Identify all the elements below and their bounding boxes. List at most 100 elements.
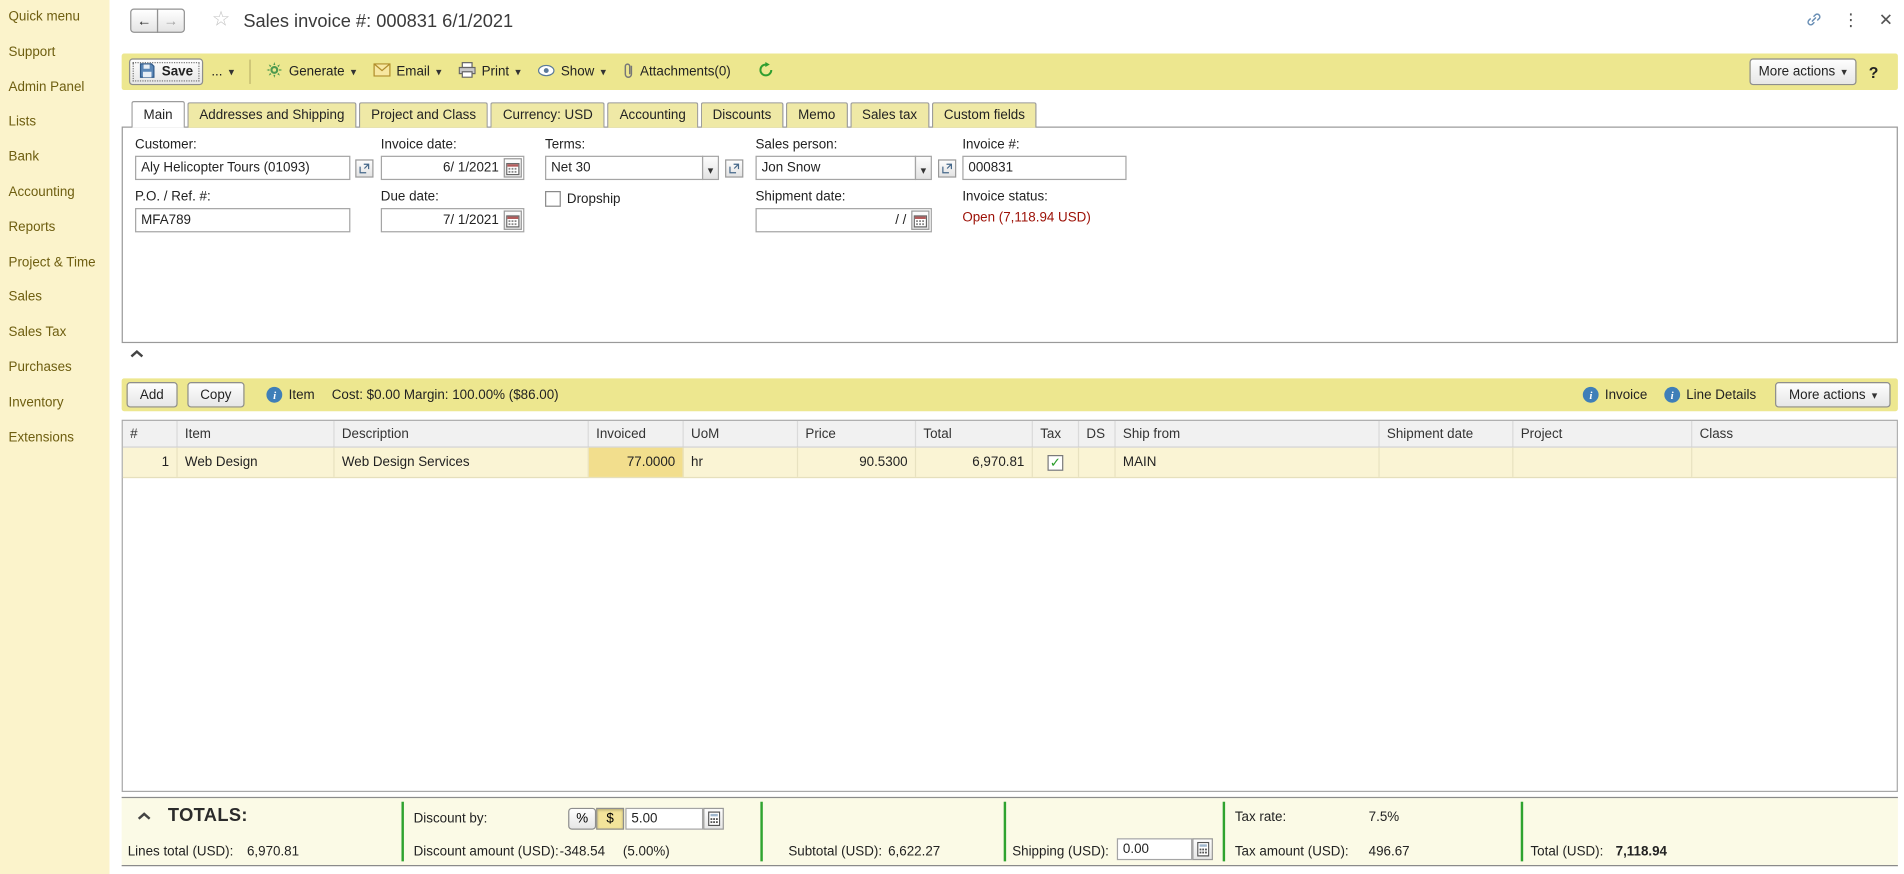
column-header-description[interactable]: Description: [335, 420, 589, 447]
more-actions-button[interactable]: More actions: [1748, 58, 1857, 86]
item-info-group[interactable]: Item: [266, 386, 315, 403]
discount-dollar-button[interactable]: $: [596, 807, 625, 830]
column-header-price[interactable]: Price: [798, 420, 917, 447]
invoice-number-input[interactable]: [962, 155, 1127, 181]
tab-project-and-class[interactable]: Project and Class: [359, 102, 489, 128]
sidebar-item-lists[interactable]: Lists: [0, 115, 109, 150]
show-button[interactable]: Show: [529, 58, 614, 85]
column-header-number[interactable]: #: [123, 420, 178, 447]
sidebar-item-sales[interactable]: Sales: [0, 290, 109, 325]
tab-custom-fields[interactable]: Custom fields: [931, 102, 1038, 128]
sidebar-item-admin-panel[interactable]: Admin Panel: [0, 80, 109, 115]
collapse-header-button[interactable]: [129, 348, 145, 363]
customer-lookup-button[interactable]: [355, 159, 374, 178]
column-header-shipment-date[interactable]: Shipment date: [1380, 420, 1514, 447]
generate-button[interactable]: Generate: [258, 58, 364, 85]
attachments-button[interactable]: Attachments(0): [614, 58, 739, 85]
ship-from-cell[interactable]: MAIN: [1116, 447, 1380, 477]
column-header-project[interactable]: Project: [1513, 420, 1693, 447]
table-row[interactable]: 1 Web Design Web Design Services 77.0000…: [122, 447, 1897, 479]
totals-divider: [401, 801, 404, 862]
discount-calculator-button[interactable]: [703, 807, 724, 830]
tab-addresses-and-shipping[interactable]: Addresses and Shipping: [187, 102, 357, 128]
invoice-date-calendar-button[interactable]: [503, 158, 522, 178]
refresh-icon: [758, 62, 774, 81]
help-button[interactable]: ?: [1857, 58, 1891, 85]
sidebar-item-accounting[interactable]: Accounting: [0, 185, 109, 220]
terms-select[interactable]: [545, 155, 704, 181]
column-header-tax[interactable]: Tax: [1033, 420, 1080, 447]
collapse-totals-button[interactable]: [136, 810, 152, 825]
sidebar-item-sales-tax[interactable]: Sales Tax: [0, 325, 109, 360]
item-cell[interactable]: Web Design: [178, 447, 335, 477]
print-button[interactable]: Print: [450, 58, 529, 85]
copy-line-button[interactable]: Copy: [186, 382, 245, 408]
save-button[interactable]: Save: [128, 58, 203, 86]
sidebar-item-support[interactable]: Support: [0, 45, 109, 80]
invoice-info-group[interactable]: Invoice: [1582, 386, 1647, 403]
email-button[interactable]: Email: [365, 58, 450, 85]
sidebar-item-extensions[interactable]: Extensions: [0, 430, 109, 465]
column-header-class[interactable]: Class: [1692, 421, 1896, 447]
grand-total-label: Total (USD):: [1530, 844, 1604, 859]
tab-main[interactable]: Main: [131, 100, 185, 128]
shipment-date-calendar-button[interactable]: [911, 210, 930, 230]
email-envelope-icon: [373, 63, 391, 80]
line-details-group[interactable]: Line Details: [1664, 386, 1756, 403]
sales-person-lookup-button[interactable]: [937, 159, 957, 178]
project-cell[interactable]: [1513, 447, 1693, 477]
discount-percent-button[interactable]: %: [568, 807, 597, 830]
add-line-button[interactable]: Add: [126, 382, 178, 408]
menu-dots-icon[interactable]: ⋮: [1842, 11, 1859, 28]
tab-accounting[interactable]: Accounting: [607, 102, 698, 128]
sidebar-item-project-time[interactable]: Project & Time: [0, 255, 109, 290]
back-button[interactable]: ←: [130, 8, 159, 33]
items-more-actions-button[interactable]: More actions: [1775, 382, 1891, 408]
shipping-calculator-button[interactable]: [1192, 838, 1213, 861]
totals-divider: [1520, 801, 1524, 862]
customer-input[interactable]: [135, 155, 351, 181]
price-cell[interactable]: 90.5300: [798, 447, 917, 477]
terms-lookup-button[interactable]: [725, 159, 744, 178]
link-icon[interactable]: [1806, 11, 1823, 28]
chevron-down-icon: [600, 64, 606, 79]
uom-cell[interactable]: hr: [684, 447, 799, 477]
column-header-ds[interactable]: DS: [1079, 420, 1116, 447]
column-header-invoiced[interactable]: Invoiced: [589, 420, 684, 447]
sidebar-item-quick-menu[interactable]: Quick menu: [0, 10, 109, 45]
sidebar-item-purchases[interactable]: Purchases: [0, 360, 109, 395]
items-toolbar: Add Copy Item Cost: $0.00 Margin: 100.00…: [121, 378, 1898, 412]
refresh-button[interactable]: [749, 58, 782, 85]
po-ref-input[interactable]: [135, 208, 351, 233]
description-cell[interactable]: Web Design Services: [335, 447, 589, 477]
shipment-date-cell[interactable]: [1380, 447, 1514, 477]
sidebar-item-bank[interactable]: Bank: [0, 150, 109, 185]
column-header-total[interactable]: Total: [916, 420, 1033, 447]
shipping-input[interactable]: [1116, 838, 1193, 861]
terms-dropdown-button[interactable]: [701, 155, 720, 181]
dropship-checkbox[interactable]: [545, 191, 561, 207]
shipment-date-input[interactable]: [755, 208, 932, 233]
sidebar-item-inventory[interactable]: Inventory: [0, 395, 109, 430]
tab-discounts[interactable]: Discounts: [700, 102, 784, 128]
table-header-row: # Item Description Invoiced UoM Price To…: [122, 420, 1897, 448]
more-menu-button[interactable]: ...: [203, 58, 243, 85]
sales-person-select[interactable]: [755, 155, 917, 181]
tax-checkbox-checked[interactable]: [1047, 454, 1064, 471]
sales-person-dropdown-button[interactable]: [914, 155, 932, 181]
discount-value-input[interactable]: [625, 807, 704, 830]
forward-button[interactable]: →: [156, 8, 185, 33]
tab-currency[interactable]: Currency: USD: [490, 102, 605, 128]
favorite-star-icon[interactable]: ☆: [212, 7, 231, 31]
class-cell[interactable]: [1692, 448, 1896, 477]
invoiced-cell[interactable]: 77.0000: [588, 447, 684, 477]
column-header-item[interactable]: Item: [178, 420, 335, 447]
sidebar-item-reports[interactable]: Reports: [0, 220, 109, 255]
close-icon[interactable]: ✕: [1879, 11, 1893, 28]
column-header-uom[interactable]: UoM: [684, 420, 799, 447]
tab-sales-tax[interactable]: Sales tax: [849, 102, 930, 128]
tab-memo[interactable]: Memo: [785, 102, 848, 128]
ds-cell[interactable]: [1079, 447, 1116, 477]
column-header-ship-from[interactable]: Ship from: [1116, 420, 1380, 447]
due-date-calendar-button[interactable]: [503, 210, 522, 230]
